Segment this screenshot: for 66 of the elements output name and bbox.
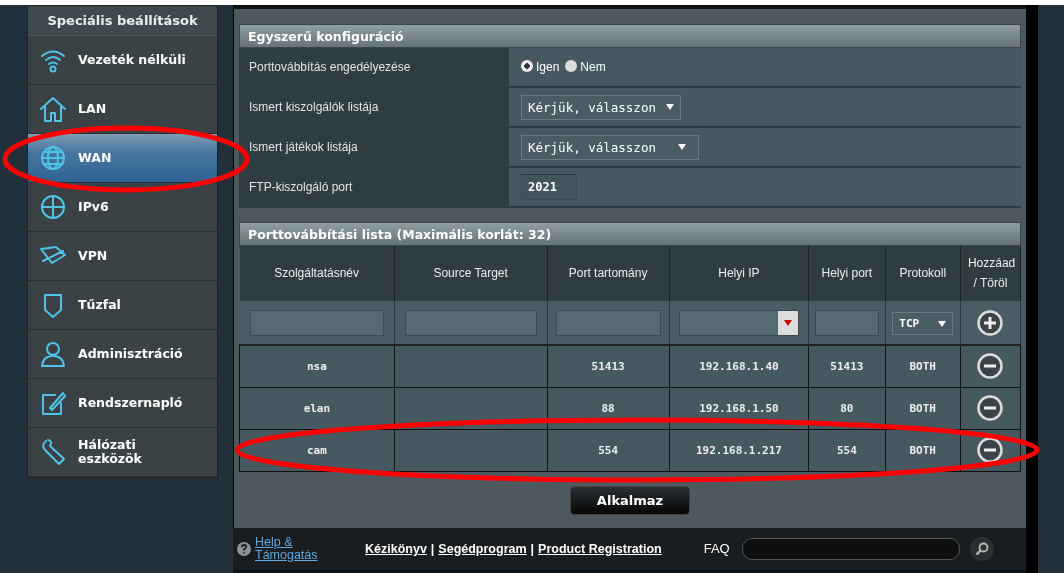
field-label: Ismert játékok listája: [239, 128, 509, 166]
caret-icon: [938, 320, 947, 327]
separator-text: |: [430, 540, 435, 558]
column-header: Hozzáad / Töröl: [960, 246, 1021, 301]
field-label: Ismert kiszolgálók listája: [239, 88, 509, 126]
sidebar-item[interactable]: Rendszernapló: [28, 379, 217, 428]
user-icon: [38, 339, 68, 369]
radio-option[interactable]: Igen: [521, 58, 560, 76]
radio-option[interactable]: Nem: [565, 58, 606, 76]
column-header: Source Target: [394, 246, 547, 301]
search-icon: [974, 542, 989, 556]
column-header: Helyi IP: [669, 246, 809, 301]
input-field[interactable]: [814, 309, 880, 336]
table-cell: BOTH: [885, 345, 961, 387]
dropdown[interactable]: Kérjük, válasszon: [521, 94, 681, 120]
sidebar-item[interactable]: Tűzfal: [28, 281, 217, 330]
globe-icon: [38, 143, 68, 173]
input-field[interactable]: 2021: [521, 174, 577, 200]
input-field[interactable]: [249, 309, 384, 336]
help-icon: [237, 542, 251, 556]
add-icon[interactable]: [977, 309, 1004, 336]
column-header: Port tartomány: [547, 246, 670, 301]
search-field[interactable]: [741, 538, 960, 560]
table-cell: 51413: [808, 345, 886, 387]
footer-link[interactable]: Kézikönyv: [365, 539, 427, 559]
caret-icon: [677, 144, 686, 150]
sidebar-item[interactable]: Vezeték nélküli: [28, 36, 217, 85]
input-field[interactable]: [555, 309, 661, 336]
dropdown[interactable]: TCP: [892, 312, 954, 335]
field-label: FTP-kiszolgáló port: [239, 168, 509, 206]
apply-button[interactable]: Alkalmaz: [569, 485, 691, 515]
section-header: Porttovábbítási lista (Maximális korlát: 32): [239, 222, 1021, 246]
globe-icon: [38, 192, 68, 222]
combo-field[interactable]: [678, 309, 799, 336]
section-header: Egyszerű konfiguráció: [239, 24, 1021, 48]
help-link[interactable]: Help & Támogatás: [255, 535, 335, 563]
dropdown[interactable]: Kérjük, válasszon: [521, 134, 699, 160]
sidebar-item[interactable]: Adminisztráció: [28, 330, 217, 379]
sidebar-item[interactable]: IPv6: [28, 183, 217, 232]
sidebar-item[interactable]: VPN: [28, 232, 217, 281]
faq-label: FAQ: [703, 540, 730, 559]
table-cell: 554: [547, 429, 670, 471]
footer-link[interactable]: Segédprogram: [438, 539, 527, 559]
field-label: Porttovábbítás engedélyezése: [239, 48, 509, 86]
table-cell: 51413: [547, 345, 670, 387]
separator-text: |: [530, 540, 535, 558]
delete-icon[interactable]: [977, 353, 1004, 380]
table-cell: nsa: [239, 345, 395, 387]
table-cell: 192.168.1.40: [669, 345, 809, 387]
search-button[interactable]: [969, 537, 994, 561]
home-icon: [38, 94, 68, 124]
delete-icon[interactable]: [977, 395, 1004, 421]
column-header: Protokoll: [885, 246, 961, 301]
caret-icon: [784, 319, 792, 326]
sidebar-item[interactable]: WAN: [28, 134, 217, 183]
input-field[interactable]: [404, 309, 537, 336]
footer-link[interactable]: Product Registration: [538, 539, 662, 559]
column-header: Szolgáltatásnév: [239, 246, 395, 301]
table-cell: elan: [239, 387, 395, 429]
delete-icon[interactable]: [977, 437, 1004, 463]
table-cell: 554: [808, 429, 886, 471]
caret-icon: [665, 104, 674, 110]
sidebar-title: Speciális beállítások: [28, 6, 217, 36]
column-header: Helyi port: [808, 246, 886, 301]
table-cell: 192.168.1.217: [669, 429, 809, 471]
sidebar-item[interactable]: Hálózati eszközök: [28, 428, 217, 477]
